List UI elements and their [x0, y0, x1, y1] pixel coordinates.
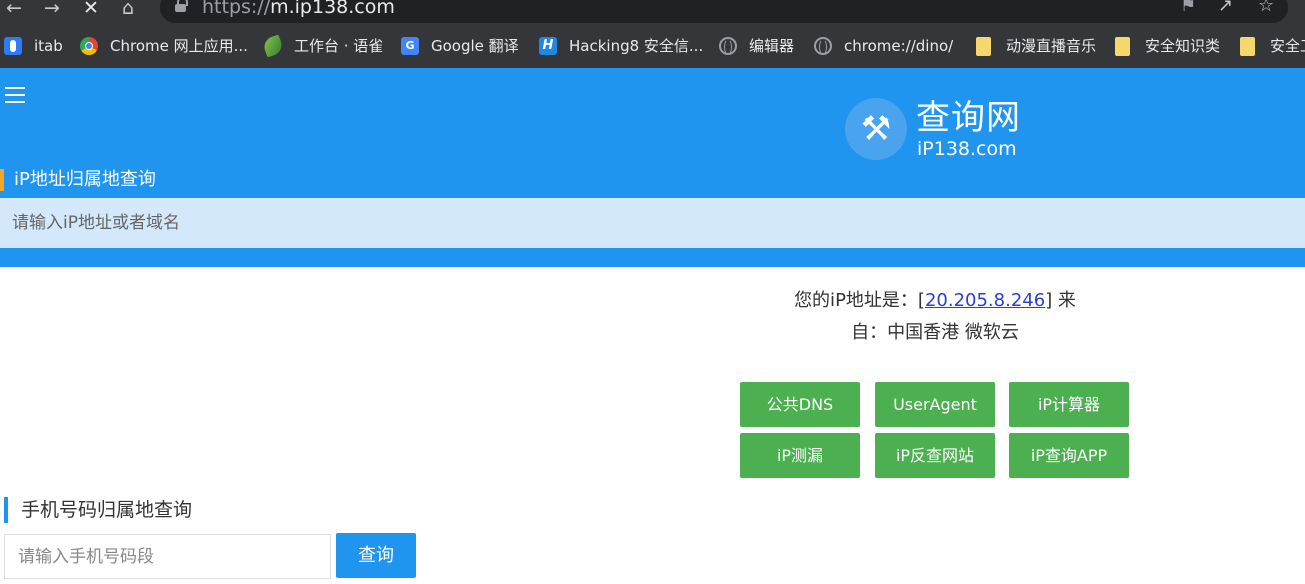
bookmark-label: itab [34, 37, 63, 55]
yuque-icon [261, 34, 285, 58]
forward-icon[interactable]: → [44, 0, 60, 18]
tools-icon: ⚒ [845, 98, 907, 160]
ip-reverse-lookup-button[interactable]: iP反查网站 [875, 433, 995, 478]
bookmark-folder-anime[interactable]: 动漫直播音乐 [976, 35, 1096, 57]
ip-calculator-button[interactable]: iP计算器 [1009, 382, 1129, 427]
bookmark-label: 编辑器 [749, 37, 795, 55]
bookmark-editor[interactable]: 编辑器 [719, 35, 794, 57]
bookmark-star-icon[interactable]: ☆ [1258, 0, 1274, 16]
site-header: ⚒ 查询网 iP138.com iP地址归属地查询 [0, 68, 1305, 267]
folder-icon [1115, 36, 1130, 56]
logo-name: 查询网 [916, 98, 1021, 138]
site-logo[interactable]: ⚒ 查询网 iP138.com [845, 96, 1025, 166]
lock-icon[interactable] [175, 0, 188, 13]
bookmark-label: 安全知识类 [1145, 37, 1221, 55]
ip-result-suffix: ] 来 [1045, 290, 1076, 311]
useragent-button[interactable]: UserAgent [875, 382, 995, 427]
stop-loading-icon[interactable]: ✕ [83, 0, 99, 18]
bookmark-label: 安全工 [1270, 37, 1305, 55]
ip-leak-test-button[interactable]: iP测漏 [740, 433, 860, 478]
home-icon[interactable]: ⌂ [122, 0, 134, 18]
phone-lookup-title: 手机号码归属地查询 [4, 497, 192, 523]
bookmark-google-translate[interactable]: G Google 翻译 [401, 35, 519, 57]
globe-icon [814, 37, 832, 55]
ip-result-prefix: 您的iP地址是：[ [794, 290, 925, 311]
bookmark-hacking8[interactable]: H Hacking8 安全信... [539, 35, 703, 57]
bookmark-label: chrome://dino/ [844, 37, 954, 55]
bookmark-label: 动漫直播音乐 [1006, 37, 1097, 55]
url-text[interactable]: https://m.ip138.com [202, 0, 395, 17]
bookmark-label: Hacking8 安全信... [569, 37, 704, 55]
ip-result: 您的iP地址是：[20.205.8.246] 来 自：中国香港 微软云 [700, 285, 1170, 349]
folder-icon [976, 36, 991, 56]
ip-lookup-title: iP地址归属地查询 [0, 169, 156, 191]
share-icon[interactable]: ↗ [1218, 0, 1233, 16]
globe-icon [719, 37, 737, 55]
ip-search-input[interactable] [0, 198, 1305, 248]
address-bar[interactable]: https://m.ip138.com ⚑ ↗ ☆ [160, 0, 1288, 23]
phone-query-button[interactable]: 查询 [336, 533, 416, 578]
hacking8-icon: H [539, 37, 557, 55]
blocked-extension-icon[interactable]: ⚑ [1180, 0, 1196, 16]
bookmark-label: Google 翻译 [431, 37, 519, 55]
ip-query-app-button[interactable]: iP查询APP [1009, 433, 1129, 478]
back-icon[interactable]: ← [6, 0, 22, 18]
itab-icon [4, 37, 22, 55]
bookmark-chrome-web-store[interactable]: Chrome 网上应用... [80, 35, 248, 57]
google-translate-icon: G [401, 37, 419, 55]
folder-icon [1240, 36, 1255, 56]
bookmark-itab[interactable]: itab [4, 35, 63, 57]
ip-address-link[interactable]: 20.205.8.246 [925, 290, 1045, 311]
bookmarks-bar: itab Chrome 网上应用... 工作台 · 语雀 G Google 翻译… [0, 24, 1305, 68]
bookmark-chrome-dino[interactable]: chrome://dino/ [814, 35, 953, 57]
browser-toolbar: ← → ✕ ⌂ https://m.ip138.com ⚑ ↗ ☆ [0, 0, 1305, 24]
logo-domain: iP138.com [917, 138, 1017, 160]
phone-number-input[interactable] [4, 534, 331, 579]
ip-location: 自：中国香港 微软云 [851, 322, 1019, 343]
bookmark-label: Chrome 网上应用... [110, 37, 248, 55]
bookmark-folder-security[interactable]: 安全知识类 [1115, 35, 1220, 57]
bookmark-label: 工作台 · 语雀 [294, 37, 384, 55]
public-dns-button[interactable]: 公共DNS [740, 382, 860, 427]
bookmark-yuque[interactable]: 工作台 · 语雀 [261, 34, 384, 58]
menu-icon[interactable] [5, 87, 25, 104]
ip-result-line: 您的iP地址是：[20.205.8.246] 来 [700, 285, 1170, 317]
chrome-web-store-icon [80, 37, 98, 55]
bookmark-folder-tools[interactable]: 安全工 [1240, 35, 1305, 57]
